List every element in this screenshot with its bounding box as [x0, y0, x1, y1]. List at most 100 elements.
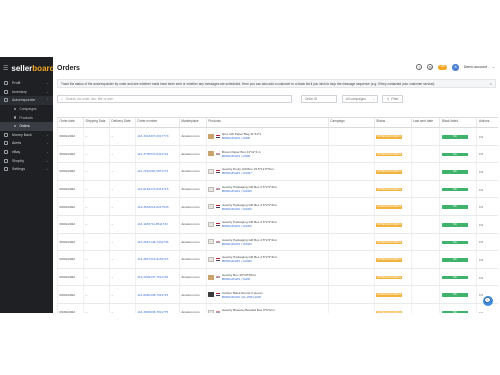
black-listed-badge[interactable]: NO: [441, 293, 468, 297]
black-listed-badge[interactable]: NO: [441, 222, 468, 227]
col-header-delivery-date[interactable]: Delivery Date: [108, 117, 136, 128]
table-row[interactable]: 09/01/2022– –111-7192240-3871773 Amazon.co…: [57, 162, 498, 181]
logo[interactable]: sellerboard: [11, 64, 54, 73]
table-row[interactable]: 09/01/2022– –113-3343337-6317773 Amazon.co…: [57, 127, 498, 146]
black-listed-badge[interactable]: NO: [441, 187, 468, 192]
sidebar-item[interactable]: Autoresponder ⌃: [0, 96, 53, 105]
table-row[interactable]: 09/01/2022– –113-5060138-7911715 Amazon.co…: [57, 285, 498, 304]
status-cell: SCHEDULED EMAILS: [373, 145, 412, 164]
black-listed-badge[interactable]: NO: [441, 275, 468, 280]
order-number-link[interactable]: 111-7192240-3871773: [137, 169, 168, 173]
more-actions-icon[interactable]: •••: [479, 292, 483, 297]
product-sku-link[interactable]: B08WHZ6LRS | 101906: [222, 207, 277, 211]
order-number-link[interactable]: 112-3543214-8217543: [137, 205, 168, 209]
col-header-order-date[interactable]: Order date: [57, 117, 84, 128]
table-row[interactable]: 09/01/2022– –112-8193173-6414715 Amazon.co…: [57, 180, 498, 199]
more-actions-icon[interactable]: •••: [479, 222, 483, 227]
table-row[interactable]: 09/01/2022– –112-3730570-6411719 Amazon.co…: [57, 145, 498, 164]
sidebar-subitem[interactable]: Orders: [0, 121, 53, 131]
product-sku-link[interactable]: B08WHZ6LRS | DL-ZR34-2000: [222, 295, 263, 299]
search-input[interactable]: ⌕ Search via order, sku, title or asin: [57, 94, 292, 103]
order-number-link[interactable]: 113-5060138-7911715: [137, 293, 168, 297]
table-row[interactable]: 09/01/2022– –114-1186711-8511733 Amazon.co…: [57, 215, 498, 234]
black-listed-badge[interactable]: NO: [441, 258, 468, 262]
col-header-status[interactable]: Status: [373, 117, 412, 128]
table-row[interactable]: 09/01/2022– –114-4817315-9164714 Amazon.co…: [57, 250, 498, 269]
order-number-link[interactable]: 112-8193173-6414715: [137, 187, 168, 191]
col-header-campaign[interactable]: Campaign: [327, 117, 375, 128]
account-menu[interactable]: Demo account: [464, 65, 487, 69]
black-listed-badge[interactable]: NO: [441, 170, 468, 174]
avatar[interactable]: A: [452, 64, 459, 71]
col-header-shipping-date[interactable]: Shipping Date: [82, 117, 110, 128]
col-header-products[interactable]: Products: [205, 117, 329, 128]
sidebar-item[interactable]: Shopify ⌄: [0, 156, 53, 165]
sidebar-item-label: Money Back: [12, 132, 32, 137]
more-actions-icon[interactable]: •••: [479, 169, 483, 174]
black-listed-badge[interactable]: NO: [441, 152, 468, 157]
order-number-link[interactable]: 113-2009137-7911730: [137, 275, 168, 279]
campaigns-select[interactable]: All campaigns ⌄: [342, 94, 378, 103]
sidebar-subitem[interactable]: Campaigns: [0, 105, 53, 114]
delivery-date: –: [108, 145, 136, 164]
black-listed-badge[interactable]: NO: [441, 310, 468, 313]
product-sku-link[interactable]: B08WHZ6LRS | 10480: [222, 154, 261, 158]
table-row[interactable]: 09/01/2022– –113-2009137-7911730 Amazon.co…: [57, 268, 498, 287]
col-header-last-sent-date[interactable]: Last sent date: [410, 117, 440, 128]
sidebar-item[interactable]: Money Back ⌄: [0, 131, 53, 140]
col-header-order-number[interactable]: Order number: [134, 117, 180, 128]
chat-icon[interactable]: 💬: [483, 296, 493, 306]
sidebar-item-label: Inventory: [12, 89, 27, 94]
more-actions-icon[interactable]: •••: [479, 187, 483, 192]
col-header-black-listed[interactable]: Black listed: [439, 117, 477, 128]
order-number-link[interactable]: 114-1186711-8511733: [137, 222, 167, 226]
order-number-link[interactable]: 112-3730570-6411719: [137, 152, 168, 156]
more-actions-icon[interactable]: •••: [479, 310, 483, 313]
sidebar-item[interactable]: Alerts ⌄: [0, 139, 53, 148]
product-sku-link[interactable]: B08WHZ6LRS | 101906: [222, 189, 277, 193]
more-actions-icon[interactable]: •••: [479, 204, 483, 209]
help-icon[interactable]: ?: [416, 64, 423, 71]
autoresponder-toggle[interactable]: ON: [438, 65, 448, 70]
col-header-marketplace[interactable]: Marketplace: [178, 117, 207, 128]
product-sku-link[interactable]: B08WHZ6LRS | 10490: [222, 277, 256, 281]
order-id-select[interactable]: Order ID: [301, 94, 337, 103]
black-listed-cell: NO: [439, 127, 477, 146]
product-sku-link[interactable]: B08WHZ6LRS | 101907: [222, 171, 274, 175]
hamburger-icon[interactable]: ☰: [3, 65, 8, 72]
product-thumbnail: [208, 292, 215, 298]
settings-icon[interactable]: ⚙: [427, 64, 434, 71]
sidebar-item[interactable]: eBay ⌄: [0, 148, 53, 157]
close-icon[interactable]: ✕: [489, 82, 492, 86]
product-sku-link[interactable]: B08WHZ6LRS | 101906: [222, 224, 277, 228]
more-actions-icon[interactable]: •••: [479, 257, 483, 262]
sidebar-subitem[interactable]: Products: [0, 113, 53, 122]
order-number-link[interactable]: 113-2667148-1431745: [137, 240, 168, 244]
black-listed-badge[interactable]: NO: [441, 205, 468, 209]
order-number-link[interactable]: 114-4817315-9164714: [137, 257, 168, 261]
product-sku-link[interactable]: B08WHZ6LRS | 101924: [222, 312, 275, 313]
order-number-link[interactable]: 113-3343337-6317773: [137, 134, 168, 138]
sidebar-item[interactable]: Inventory ⌄: [0, 88, 53, 97]
table-row[interactable]: 09/01/2022– –112-3543214-8217543 Amazon.co…: [57, 197, 498, 216]
more-actions-icon[interactable]: •••: [479, 275, 483, 280]
more-actions-icon[interactable]: •••: [479, 134, 483, 139]
sidebar-item[interactable]: Profit ⌄: [0, 79, 53, 88]
table-row[interactable]: 09/01/2022– –113-2667148-1431745 Amazon.co…: [57, 233, 498, 252]
product-sku-link[interactable]: B08WHZ6LRS | 10480: [222, 136, 261, 140]
status-badge: SCHEDULED EMAILS: [376, 135, 403, 139]
product-sku-link[interactable]: B08WHZ6LRS | 101906: [222, 242, 277, 246]
black-listed-badge[interactable]: NO: [441, 135, 468, 139]
more-actions-icon[interactable]: •••: [479, 151, 483, 156]
chevron-down-icon[interactable]: ⌄: [492, 65, 495, 69]
order-number-link[interactable]: 114-3800638-7811775: [137, 310, 168, 313]
status-badge: SCHEDULED EMAILS: [376, 152, 403, 157]
sidebar-item[interactable]: Settings ⌄: [0, 165, 53, 174]
product-sku-link[interactable]: B08WHZ6LRS | 101906: [222, 259, 277, 263]
black-listed-badge[interactable]: NO: [441, 240, 468, 245]
table-row[interactable]: 09/30/2022– –114-3800638-7811775 Amazon.co…: [57, 303, 498, 313]
nav-icon: [4, 167, 8, 172]
actions-cell: •••: [476, 215, 498, 234]
more-actions-icon[interactable]: •••: [479, 239, 483, 244]
filter-button[interactable]: ⚲ Filter: [382, 94, 404, 103]
